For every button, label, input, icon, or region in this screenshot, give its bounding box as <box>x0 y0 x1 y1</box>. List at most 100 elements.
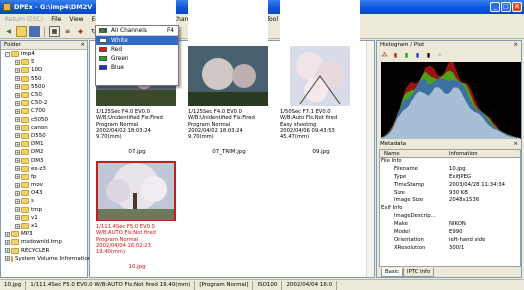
plot-icon[interactable]: ⁘ <box>435 51 444 60</box>
close-icon[interactable]: × <box>80 41 85 50</box>
metadata-row[interactable]: Make NIKON <box>380 221 520 229</box>
tree-item[interactable]: + MP3 <box>1 230 87 238</box>
metadata-row[interactable]: Image Size 2048x1536 <box>380 197 520 205</box>
expand-icon[interactable]: + <box>15 215 20 221</box>
thumbnail-scrollbar[interactable] <box>366 41 374 277</box>
menu-file[interactable]: File <box>51 16 61 23</box>
tree-item[interactable]: + s <box>1 197 87 205</box>
expand-icon[interactable]: + <box>5 256 10 262</box>
expand-icon[interactable]: + <box>5 239 10 245</box>
expand-icon[interactable]: + <box>15 174 20 180</box>
tree-item[interactable]: +5 <box>1 58 87 66</box>
tree-item[interactable]: +550 <box>1 75 87 83</box>
tree-item[interactable]: + System Volume Information <box>1 255 91 263</box>
menu-item-all-channels[interactable]: All Channels F4 <box>96 26 178 36</box>
expand-icon[interactable]: + <box>15 59 20 65</box>
minimize-button[interactable]: _ <box>490 2 500 12</box>
metadata-row[interactable]: File Info <box>380 158 520 166</box>
metadata-row[interactable]: TimeStamp 2003/04/28 11:34:34 <box>380 182 520 190</box>
color-picker-icon[interactable]: ◆ <box>75 26 86 37</box>
menu-item-blue[interactable]: Blue <box>96 63 178 72</box>
expand-icon[interactable]: - <box>5 51 10 57</box>
expand-icon[interactable]: + <box>15 76 20 82</box>
tab-iptc-info[interactable]: IPTC Info <box>403 268 435 277</box>
tab-basic[interactable]: Basic <box>381 268 404 277</box>
expand-icon[interactable]: + <box>15 92 20 98</box>
tree-item[interactable]: + v1 <box>1 214 87 222</box>
expand-icon[interactable]: + <box>15 67 20 73</box>
metadata-row[interactable]: Model E990 <box>380 229 520 237</box>
metadata-row[interactable]: Size 930 KB <box>380 190 520 198</box>
metadata-row[interactable]: XResolution 300/1 <box>380 245 520 253</box>
tree-item[interactable]: + D550 <box>1 132 87 140</box>
thumbnail-cell[interactable]: 1/50Sec F7.1 EV0.0 W/B:Auto Fls:Not fired… <box>275 41 367 156</box>
expand-icon[interactable]: + <box>15 166 20 172</box>
expand-icon[interactable]: + <box>15 125 20 131</box>
thumbnail-cell[interactable]: 1/111.4Sec F5.0 EV0.0 W/B:AUTO Fls:Not fi… <box>91 156 183 271</box>
tree-item[interactable]: + msdownld.tmp <box>1 238 87 246</box>
tree-item[interactable]: + canon <box>1 124 87 132</box>
red-channel-icon[interactable]: ▮ <box>391 51 400 60</box>
back-icon[interactable]: ◀ <box>3 26 14 37</box>
metadata-row[interactable]: Type ExifJPEG <box>380 174 520 182</box>
menu-item-green[interactable]: Green <box>96 54 178 63</box>
tree-item[interactable]: + c5050 <box>1 116 87 124</box>
tree-item[interactable]: + DM2 <box>1 148 87 156</box>
save-icon[interactable] <box>29 26 40 37</box>
expand-icon[interactable]: + <box>15 133 20 139</box>
tree-item[interactable]: + O43 <box>1 189 87 197</box>
expand-icon[interactable]: + <box>15 190 20 196</box>
tree-item[interactable]: + ex-z3 <box>1 165 87 173</box>
tree-item[interactable]: + C700 <box>1 107 87 115</box>
menu-item-white[interactable]: White <box>96 36 178 45</box>
tree-item[interactable]: + C50-2 <box>1 99 87 107</box>
tree-item[interactable]: + mov <box>1 181 87 189</box>
thumbnail-image[interactable] <box>280 46 360 106</box>
expand-icon[interactable]: + <box>15 223 20 229</box>
col-header-name[interactable]: Name <box>380 150 446 157</box>
close-button[interactable]: × <box>512 2 522 12</box>
col-header-info[interactable]: Infomation <box>446 150 520 157</box>
tree-item[interactable]: + fp <box>1 173 87 181</box>
list-view-icon[interactable]: ≡ <box>62 26 73 37</box>
maximize-button[interactable]: □ <box>501 2 511 12</box>
metadata-row[interactable]: Filename 10.jpg <box>380 166 520 174</box>
luminance-icon[interactable]: ▮ <box>424 51 433 60</box>
tree-item[interactable]: + DM3 <box>1 156 87 164</box>
close-icon[interactable]: × <box>513 140 518 149</box>
expand-icon[interactable]: + <box>15 141 20 147</box>
tree-item[interactable]: +10D <box>1 66 87 74</box>
expand-icon[interactable]: + <box>15 198 20 204</box>
tree-item[interactable]: + DM1 <box>1 140 87 148</box>
expand-icon[interactable]: + <box>15 117 20 123</box>
tree-item[interactable]: + x1 <box>1 222 87 230</box>
thumbnail-image[interactable] <box>96 161 176 221</box>
expand-icon[interactable]: + <box>15 84 20 90</box>
expand-icon[interactable]: + <box>5 248 10 254</box>
tree-item[interactable]: + C50 <box>1 91 87 99</box>
expand-icon[interactable]: + <box>15 149 20 155</box>
menu-return-esc-[interactable]: Return (ESC) <box>5 16 43 23</box>
green-channel-icon[interactable]: ▮ <box>402 51 411 60</box>
metadata-row[interactable]: Exif Info <box>380 205 520 213</box>
tree-item[interactable]: - imp4 <box>1 50 87 58</box>
thumbnail-view-icon[interactable]: ▦ <box>49 26 60 37</box>
expand-icon[interactable]: + <box>15 182 20 188</box>
expand-icon[interactable]: + <box>15 100 20 106</box>
tree-item[interactable]: +5500 <box>1 83 87 91</box>
thumbnail-cell[interactable]: 1/125Sec F4.0 EV0.0 W/B:Unidentified Fls:… <box>183 41 275 156</box>
expand-icon[interactable]: + <box>5 231 10 237</box>
metadata-row[interactable]: Orientation left-hand side <box>380 237 520 245</box>
open-folder-icon[interactable] <box>16 26 27 37</box>
expand-icon[interactable]: + <box>15 207 20 213</box>
close-icon[interactable]: × <box>513 41 518 50</box>
tree-item[interactable]: + tmp <box>1 206 87 214</box>
expand-icon[interactable]: + <box>15 158 20 164</box>
metadata-row[interactable]: ImageDescrip... <box>380 213 520 221</box>
expand-icon[interactable]: + <box>15 108 20 114</box>
thumbnail-image[interactable] <box>188 46 268 106</box>
blue-channel-icon[interactable]: ▮ <box>413 51 422 60</box>
rgb-channel-icon[interactable]: ⁂ <box>380 51 389 60</box>
tree-item[interactable]: + RECYCLER <box>1 247 87 255</box>
menu-item-red[interactable]: Red <box>96 45 178 54</box>
